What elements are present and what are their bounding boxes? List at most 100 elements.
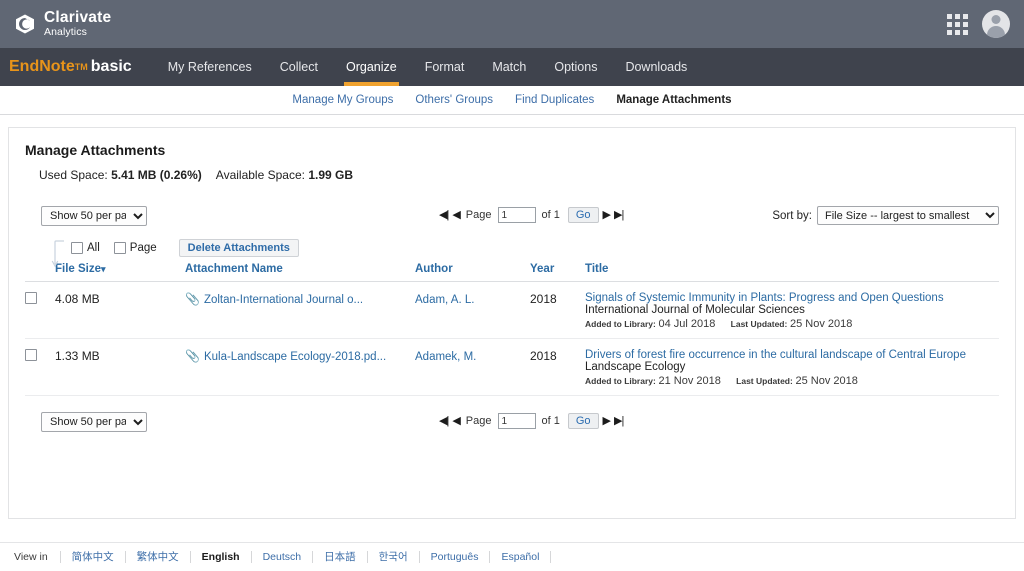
first-page-icon[interactable]: ◀| — [439, 415, 449, 427]
sort-caret-icon: ▾ — [101, 264, 106, 274]
row-author-link[interactable]: Adamek, M. — [415, 351, 476, 363]
previous-page-icon[interactable]: ◀ — [452, 415, 461, 427]
last-page-icon[interactable]: ▶| — [614, 415, 624, 427]
page-number-input-top[interactable] — [497, 207, 536, 223]
language-footer: View in 简体中文 繁体中文 English Deutsch 日本語 한국… — [0, 543, 1024, 571]
column-file-size-label: File Size — [55, 263, 102, 275]
language-link-spanish[interactable]: Español — [489, 551, 552, 563]
endnote-product-title: EndNote TM basic — [9, 48, 154, 86]
product-name: EndNote — [9, 58, 75, 75]
language-link-japanese[interactable]: 日本語 — [312, 551, 367, 563]
row-year: 2018 — [530, 281, 585, 339]
delete-attachments-button[interactable]: Delete Attachments — [178, 239, 299, 257]
row-attachment-name-link[interactable]: Zoltan-International Journal o... — [204, 294, 363, 306]
row-select-cell — [25, 338, 55, 396]
page-total-bottom: of 1 — [541, 415, 560, 427]
page-label-top: Page — [465, 209, 492, 221]
row-title-link[interactable]: Signals of Systemic Immunity in Plants: … — [585, 292, 999, 304]
main-navigation: EndNote TM basic My References Collect Org… — [0, 48, 1024, 86]
row-year: 2018 — [530, 338, 585, 396]
trademark-mark: TM — [74, 62, 88, 72]
row-author-link[interactable]: Adam, A. L. — [415, 294, 474, 306]
toolbar-bottom: Show 50 per page ◀| ◀ Page of 1 Go ▶ ▶| — [25, 412, 999, 436]
added-label: Added to Library: — [585, 376, 656, 386]
table-header-row: File Size▾ Attachment Name Author Year T… — [25, 260, 999, 282]
select-page-checkbox[interactable] — [113, 242, 126, 254]
row-checkbox[interactable] — [25, 292, 37, 304]
apps-dot — [947, 13, 952, 19]
updated-label: Last Updated: — [730, 319, 788, 329]
apps-dot — [963, 21, 968, 27]
first-page-icon[interactable]: ◀| — [439, 209, 449, 221]
subtab-manage-my-groups[interactable]: Manage My Groups — [281, 94, 404, 106]
language-link-traditional-chinese[interactable]: 繁体中文 — [124, 551, 190, 563]
row-attachment-name-link[interactable]: Kula-Landscape Ecology-2018.pd... — [204, 351, 386, 363]
go-button-bottom[interactable]: Go — [567, 413, 599, 429]
language-link-korean[interactable]: 한국어 — [366, 551, 419, 563]
page-title: Manage Attachments — [25, 142, 166, 158]
language-link-english[interactable]: English — [189, 551, 251, 563]
used-space-label: Used Space: — [39, 168, 108, 182]
language-link-portuguese[interactable]: Português — [418, 551, 490, 563]
selection-toolbar: All Page Delete Attachments — [25, 236, 999, 268]
column-year[interactable]: Year — [530, 260, 585, 282]
language-link-simplified-chinese[interactable]: 简体中文 — [59, 551, 125, 563]
row-attachment-name-cell: 📎 Kula-Landscape Ecology-2018.pd... — [185, 338, 415, 396]
nav-tab-format[interactable]: Format — [411, 48, 479, 86]
paperclip-icon: 📎 — [185, 292, 200, 306]
select-all-label[interactable]: All — [87, 242, 100, 254]
column-title[interactable]: Title — [585, 260, 999, 282]
row-select-cell — [25, 281, 55, 339]
clarivate-logo[interactable]: Clarivate Analytics — [14, 10, 111, 37]
apps-grid-icon[interactable] — [947, 13, 968, 35]
row-dates: Added to Library: 21 Nov 2018 Last Updat… — [585, 375, 999, 387]
paperclip-icon: 📎 — [185, 349, 200, 363]
used-space-value: 5.41 MB (0.26%) — [111, 168, 202, 182]
column-file-size[interactable]: File Size▾ — [55, 260, 185, 282]
subtab-others-groups[interactable]: Others' Groups — [404, 94, 504, 106]
nav-tab-downloads[interactable]: Downloads — [611, 48, 701, 86]
previous-page-icon[interactable]: ◀ — [452, 209, 461, 221]
column-author[interactable]: Author — [415, 260, 530, 282]
next-page-icon[interactable]: ▶ — [603, 209, 612, 221]
nav-tab-my-references[interactable]: My References — [154, 48, 266, 86]
user-avatar-icon[interactable] — [982, 10, 1010, 38]
clarivate-wordmark: Clarivate Analytics — [44, 10, 111, 38]
added-label: Added to Library: — [585, 319, 656, 329]
row-title-cell: Signals of Systemic Immunity in Plants: … — [585, 281, 999, 339]
available-space-value: 1.99 GB — [308, 168, 354, 182]
select-all-checkbox[interactable] — [71, 242, 83, 254]
apps-dot — [963, 13, 968, 19]
last-page-icon[interactable]: ▶| — [614, 209, 624, 221]
added-value: 21 Nov 2018 — [658, 375, 721, 387]
sort-by-select[interactable]: File Size -- largest to smallest — [817, 206, 999, 225]
nav-tab-match[interactable]: Match — [478, 48, 540, 86]
clarivate-mark-icon — [14, 13, 36, 35]
nav-tab-organize[interactable]: Organize — [332, 48, 411, 86]
attachments-table-head: File Size▾ Attachment Name Author Year T… — [25, 260, 999, 282]
row-checkbox[interactable] — [25, 349, 37, 361]
select-page-label[interactable]: Page — [130, 242, 157, 254]
next-page-icon[interactable]: ▶ — [603, 415, 612, 427]
row-dates: Added to Library: 04 Jul 2018 Last Updat… — [585, 318, 999, 330]
attachments-table: File Size▾ Attachment Name Author Year T… — [25, 260, 999, 396]
per-page-select-bottom[interactable]: Show 50 per page — [41, 412, 147, 432]
apps-dot — [955, 13, 960, 19]
per-page-select-top[interactable]: Show 50 per page — [41, 206, 147, 226]
nav-tab-collect[interactable]: Collect — [266, 48, 332, 86]
page-number-input-bottom[interactable] — [497, 413, 536, 429]
nav-tab-options[interactable]: Options — [540, 48, 611, 86]
page-total-top: of 1 — [541, 209, 560, 221]
row-journal: International Journal of Molecular Scien… — [585, 304, 805, 316]
go-button-top[interactable]: Go — [567, 207, 599, 223]
language-link-german[interactable]: Deutsch — [250, 551, 313, 563]
storage-summary: Used Space: 5.41 MB (0.26%) Available Sp… — [25, 168, 999, 182]
sort-by-label: Sort by: — [772, 209, 812, 222]
manage-attachments-panel: Manage Attachments Used Space: 5.41 MB (… — [8, 127, 1016, 519]
subtab-find-duplicates[interactable]: Find Duplicates — [504, 94, 605, 106]
column-attachment-name[interactable]: Attachment Name — [185, 260, 415, 282]
pagination-bottom: ◀| ◀ Page of 1 Go ▶ ▶| — [439, 413, 624, 429]
row-title-link[interactable]: Drivers of forest fire occurrence in the… — [585, 349, 999, 361]
view-in-label: View in — [14, 551, 48, 563]
apps-dot — [963, 29, 968, 35]
